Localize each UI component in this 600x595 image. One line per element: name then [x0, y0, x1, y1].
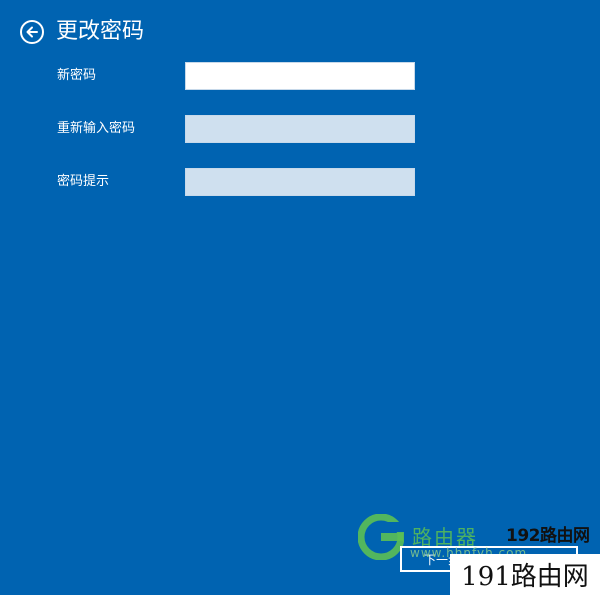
page-header: 更改密码: [20, 18, 144, 46]
page-title: 更改密码: [56, 19, 145, 44]
password-hint-row: 密码提示: [57, 168, 417, 196]
confirm-password-label: 重新输入密码: [57, 121, 136, 136]
watermark-brand-bottom: 191路由网: [450, 554, 600, 595]
password-hint-input[interactable]: [185, 168, 415, 196]
back-arrow-icon: [26, 26, 38, 38]
new-password-label: 新密码: [57, 68, 97, 83]
back-button[interactable]: [20, 20, 44, 44]
new-password-row: 新密码: [57, 62, 417, 90]
watermark-brand-top: 192路由网: [506, 526, 590, 546]
router-logo-icon: [358, 514, 404, 560]
confirm-password-input[interactable]: [185, 115, 415, 143]
confirm-password-row: 重新输入密码: [57, 115, 417, 143]
new-password-input[interactable]: [185, 62, 415, 90]
password-hint-label: 密码提示: [57, 174, 110, 189]
